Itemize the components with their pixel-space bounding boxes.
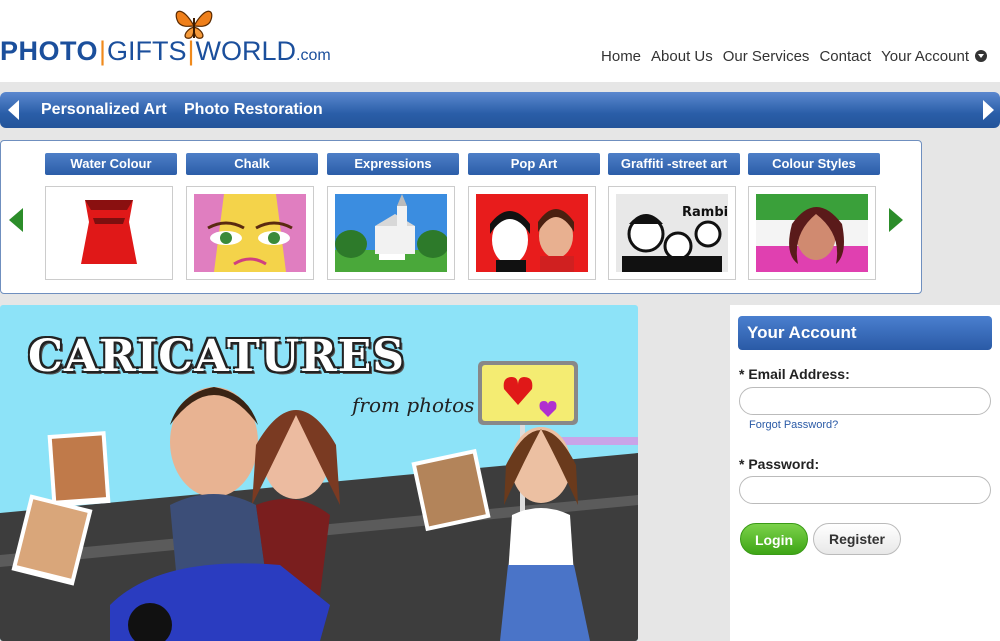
forgot-password-link[interactable]: Forgot Password? (749, 419, 838, 431)
account-panel: Your Account * Email Address: Forgot Pas… (730, 305, 1000, 641)
logo-separator: | (99, 36, 107, 66)
thumb-expressions[interactable] (327, 186, 455, 280)
logo-world: WORLD (195, 36, 297, 66)
site-header: PHOTO|GIFTS|WORLD.com Home About Us Our … (0, 0, 1000, 82)
logo-gifts: GIFTS (107, 36, 187, 66)
colour-styles-image (756, 194, 868, 272)
art-styles-carousel: Water Colour Chalk Expressions Pop Art G… (0, 140, 922, 294)
category-prev-arrow-icon[interactable] (8, 100, 19, 120)
nav-home[interactable]: Home (596, 48, 646, 65)
tab-pop-art[interactable]: Pop Art (468, 153, 600, 175)
carousel-next-arrow-icon[interactable] (889, 208, 903, 232)
tab-graffiti[interactable]: Graffiti -street art (608, 153, 740, 175)
category-next-arrow-icon[interactable] (983, 100, 994, 120)
top-nav: Home About Us Our Services Contact Your … (596, 48, 992, 65)
email-field[interactable] (739, 387, 991, 415)
logo-photo: PHOTO (0, 36, 99, 66)
site-logo[interactable]: PHOTO|GIFTS|WORLD.com (0, 36, 331, 72)
thumb-chalk[interactable] (186, 186, 314, 280)
expressions-church-image (335, 194, 447, 272)
graffiti-word: Rambie (682, 205, 728, 220)
caricature-banner[interactable]: CARICATURES from photos (0, 305, 638, 641)
email-label: * Email Address: (739, 366, 850, 382)
nav-your-account-label: Your Account (881, 48, 969, 65)
nav-our-services[interactable]: Our Services (718, 48, 815, 65)
chevron-down-icon (975, 50, 987, 63)
tab-chalk[interactable]: Chalk (186, 153, 318, 175)
nav-contact[interactable]: Contact (814, 48, 876, 65)
thumb-colour-styles[interactable] (748, 186, 876, 280)
logo-separator-2: | (187, 36, 195, 66)
banner-title: CARICATURES (28, 331, 406, 382)
register-button[interactable]: Register (813, 523, 901, 555)
watercolour-dress-image (53, 194, 165, 272)
carousel-prev-arrow-icon[interactable] (9, 208, 23, 232)
chalk-face-image (194, 194, 306, 272)
logo-suffix: .com (296, 47, 331, 64)
nav-about-us[interactable]: About Us (646, 48, 718, 65)
thumb-pop-art[interactable] (468, 186, 596, 280)
category-photo-restoration[interactable]: Photo Restoration (184, 101, 323, 119)
category-personalized-art[interactable]: Personalized Art (41, 101, 167, 119)
password-label: * Password: (739, 456, 820, 472)
pop-art-portrait-image (476, 194, 588, 272)
tab-water-colour[interactable]: Water Colour (45, 153, 177, 175)
tab-expressions[interactable]: Expressions (327, 153, 459, 175)
graffiti-image: Rambie (616, 194, 728, 272)
banner-subtitle: from photos (352, 393, 475, 417)
account-heading: Your Account (738, 316, 992, 350)
banner-text-layer: CARICATURES from photos (0, 305, 638, 641)
thumb-graffiti[interactable]: Rambie (608, 186, 736, 280)
password-field[interactable] (739, 476, 991, 504)
nav-your-account[interactable]: Your Account (876, 48, 992, 65)
category-bar: Personalized Art Photo Restoration (0, 92, 1000, 128)
login-button[interactable]: Login (740, 523, 808, 555)
thumb-water-colour[interactable] (45, 186, 173, 280)
tab-colour-styles[interactable]: Colour Styles (748, 153, 880, 175)
